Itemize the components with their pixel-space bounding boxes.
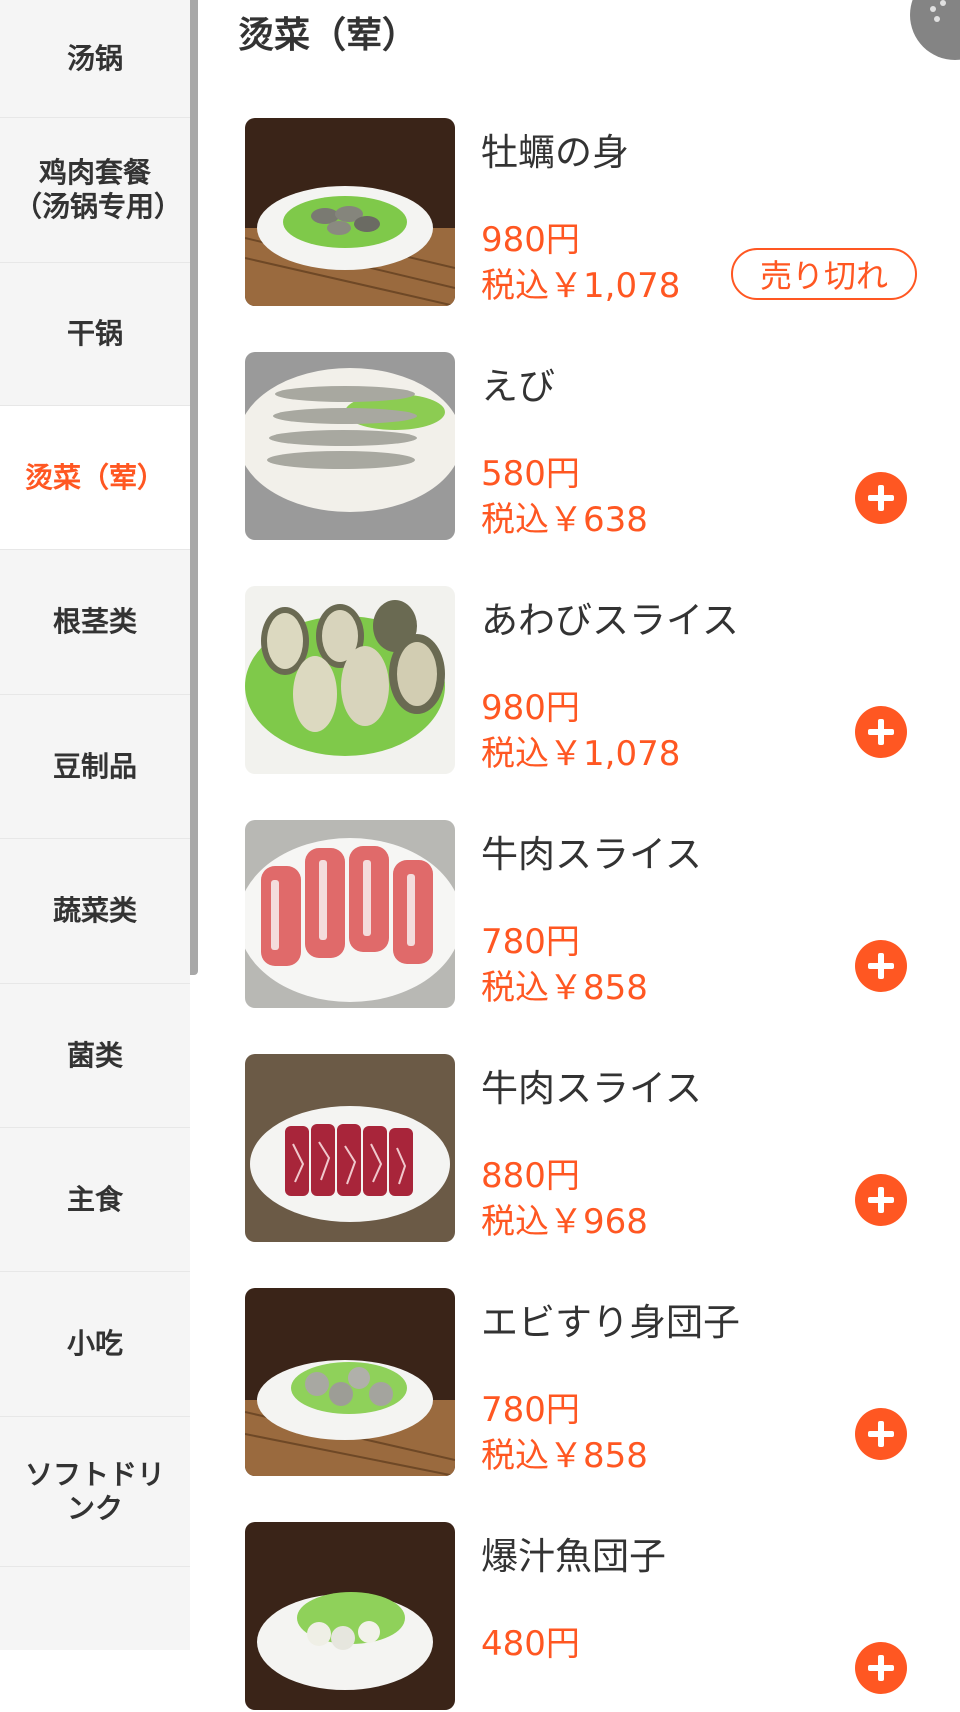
item-tax-price: 税込￥1,078 xyxy=(481,266,681,306)
item-image xyxy=(245,352,455,540)
item-image xyxy=(245,118,455,306)
item-name: えび xyxy=(481,365,555,408)
sidebar-item-staples[interactable]: 主食 xyxy=(0,1128,190,1272)
item-image xyxy=(245,586,455,774)
menu-item: 牛肉スライス 780円 税込￥858 xyxy=(245,820,945,1010)
menu-item: あわびスライス 980円 税込￥1,078 xyxy=(245,586,945,776)
item-tax-price: 税込￥858 xyxy=(481,968,648,1008)
add-to-cart-button[interactable] xyxy=(855,706,907,758)
item-image xyxy=(245,1054,455,1242)
sidebar-item-label: 根茎类 xyxy=(52,605,137,638)
sidebar-item-label: 鸡肉套餐（汤锅专用） xyxy=(14,156,183,223)
sidebar-item-label: 主食 xyxy=(66,1182,123,1216)
sidebar-item-label: 菌类 xyxy=(66,1038,123,1072)
sidebar-item-mushrooms[interactable]: 菌类 xyxy=(0,984,190,1128)
menu-item: 牡蠣の身 980円 税込￥1,078 売り切れ xyxy=(245,118,945,308)
item-price: 480円 xyxy=(481,1624,580,1664)
section-title: 烫菜（荤） xyxy=(238,15,419,56)
sidebar-item-label: 烫菜（荤） xyxy=(24,460,165,494)
item-name: 牡蠣の身 xyxy=(481,131,629,174)
item-price: 580円 xyxy=(481,454,580,494)
app-root: 汤锅 鸡肉套餐（汤锅专用） 干锅 烫菜（荤） 根茎类 豆制品 蔬菜类 菌类 主食… xyxy=(0,0,960,1710)
item-image xyxy=(245,820,455,1008)
sidebar-item-label: 豆制品 xyxy=(52,749,137,783)
item-name: 牛肉スライス xyxy=(481,833,702,876)
item-price: 880円 xyxy=(481,1156,580,1196)
item-image xyxy=(245,1288,455,1476)
sidebar-item-label: 干锅 xyxy=(66,317,123,350)
menu-item: エビすり身団子 780円 税込￥858 xyxy=(245,1288,945,1478)
sidebar-item-meat-hotpot[interactable]: 烫菜（荤） xyxy=(0,406,190,550)
item-price: 980円 xyxy=(481,688,580,728)
sidebar-item-chicken-set[interactable]: 鸡肉套餐（汤锅专用） xyxy=(0,118,190,263)
menu-item: 牛肉スライス 880円 税込￥968 xyxy=(245,1054,945,1244)
add-to-cart-button[interactable] xyxy=(855,1174,907,1226)
sidebar-item-tofu[interactable]: 豆制品 xyxy=(0,695,190,839)
sold-out-badge: 売り切れ xyxy=(731,248,917,300)
item-name: 牛肉スライス xyxy=(481,1067,702,1110)
floating-menu-button[interactable] xyxy=(910,0,960,60)
menu-item: えび 580円 税込￥638 xyxy=(245,352,945,542)
item-name: 爆汁魚団子 xyxy=(481,1535,666,1578)
sidebar-item-vegetables[interactable]: 蔬菜类 xyxy=(0,839,190,984)
sidebar-item-snacks[interactable]: 小吃 xyxy=(0,1272,190,1417)
item-price: 780円 xyxy=(481,1390,580,1430)
item-tax-price: 税込￥638 xyxy=(481,500,648,540)
item-image xyxy=(245,1522,455,1710)
sidebar-item-label: 蔬菜类 xyxy=(52,894,137,927)
sidebar-item-label: ソフトドリンク xyxy=(24,1457,165,1525)
sidebar-item-dry-pot[interactable]: 干锅 xyxy=(0,263,190,406)
item-name: あわびスライス xyxy=(481,599,739,642)
sidebar-scrollbar[interactable] xyxy=(190,0,198,975)
add-to-cart-button[interactable] xyxy=(855,1408,907,1460)
sidebar-item-soft-drinks[interactable]: ソフトドリンク xyxy=(0,1417,190,1567)
item-price: 780円 xyxy=(481,922,580,962)
item-name: エビすり身団子 xyxy=(481,1301,740,1344)
item-tax-price: 税込￥968 xyxy=(481,1202,648,1242)
sidebar-item-root-vegetables[interactable]: 根茎类 xyxy=(0,550,190,695)
sidebar-item-label: 汤锅 xyxy=(66,41,123,75)
category-sidebar: 汤锅 鸡肉套餐（汤锅专用） 干锅 烫菜（荤） 根茎类 豆制品 蔬菜类 菌类 主食… xyxy=(0,0,190,1650)
menu-item: 爆汁魚団子 480円 xyxy=(245,1522,945,1712)
item-tax-price: 税込￥1,078 xyxy=(481,734,681,774)
item-price: 980円 xyxy=(481,220,580,260)
sidebar-item-soup-pot[interactable]: 汤锅 xyxy=(0,0,190,118)
sidebar-item-label: 小吃 xyxy=(66,1327,123,1360)
add-to-cart-button[interactable] xyxy=(855,472,907,524)
item-tax-price: 税込￥858 xyxy=(481,1436,648,1476)
add-to-cart-button[interactable] xyxy=(855,940,907,992)
